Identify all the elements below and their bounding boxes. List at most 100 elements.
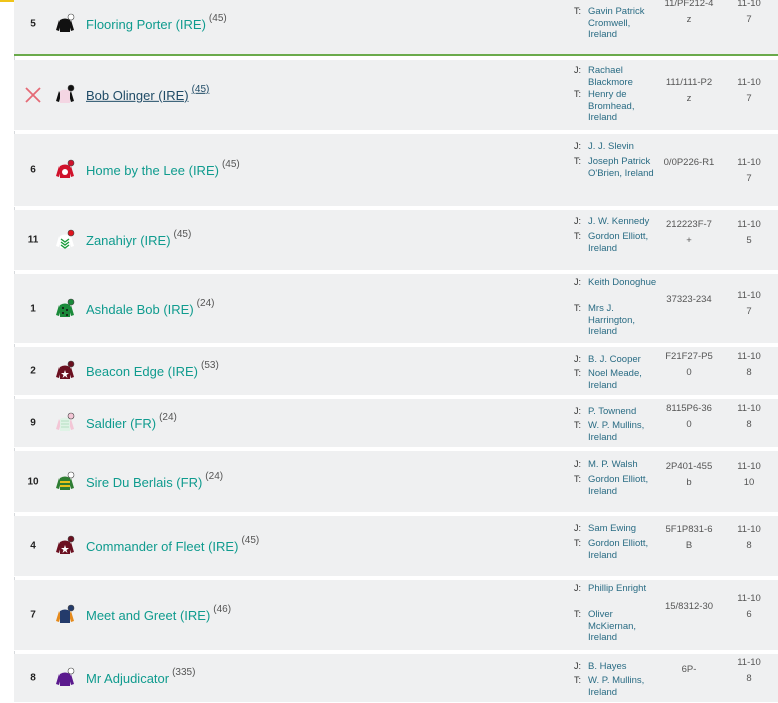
weight-text: 11-10 [737, 524, 761, 535]
jockey-name[interactable]: Sam Ewing [588, 523, 660, 535]
saddle-cloth-number: 1 [30, 303, 36, 314]
trainer-label: T: [574, 303, 582, 313]
jockey-name[interactable]: D. E. Mullins [588, 0, 660, 3]
horse-name-link[interactable]: Flooring Porter (IRE) (45) [86, 12, 227, 32]
form-extra-text: z [686, 14, 692, 25]
horse-name[interactable]: Meet and Greet (IRE) [86, 608, 210, 623]
weight-text: 11-10 [737, 157, 761, 168]
jockey-name[interactable]: Phillip Enright [588, 583, 660, 595]
age: 8 [730, 538, 768, 554]
jockey-info: J: J. W. Kennedy [574, 216, 664, 228]
weight-text: 11-10 [737, 219, 761, 230]
jockey-label: J: [574, 0, 581, 3]
jockey-name[interactable]: J. J. Slevin [588, 141, 660, 153]
runner-row: 9 Saldier (FR) (24) J: P. Townend T: W. P… [14, 399, 778, 448]
horse-name-link[interactable]: Saldier (FR) (24) [86, 412, 177, 431]
jockey-name[interactable]: Keith Donoghue [588, 277, 660, 289]
weight-text: 11-10 [737, 657, 761, 668]
trainer-label: T: [574, 420, 582, 430]
jockey-name[interactable]: B. J. Cooper [588, 354, 660, 366]
runner-row: Bob Olinger (IRE) (45) J: Rachael Blackmo… [14, 60, 778, 131]
horse-rating: (45) [208, 12, 227, 24]
trainer-name[interactable]: Joseph Patrick O'Brien, Ireland [588, 156, 660, 179]
horse-name[interactable]: Bob Olinger (IRE) [86, 88, 189, 103]
jockey-silk-icon [54, 159, 76, 181]
trainer-label: T: [574, 538, 582, 548]
weight-text: 11-10 [737, 290, 761, 301]
form-figures: 2P401-455 [654, 459, 724, 475]
trainer-info: T: Henry de Bromhead, Ireland [574, 89, 664, 124]
age-text: 8 [746, 367, 752, 378]
form-string: 6P- [681, 664, 697, 675]
trainer-name[interactable]: Gordon Elliott, Ireland [588, 231, 660, 254]
jockey-info: J: Sam Ewing [574, 523, 664, 535]
jockey-silk-icon [54, 298, 76, 320]
age: 8 [730, 365, 768, 381]
age: 8 [730, 671, 768, 687]
jockey-label: J: [574, 354, 582, 364]
saddle-cloth-number: 4 [30, 540, 36, 552]
horse-name[interactable]: Sire Du Berlais (FR) [86, 475, 202, 490]
horse-name-link[interactable]: Zanahiyr (IRE) (45) [86, 229, 191, 248]
horse-name-link[interactable]: Commander of Fleet (IRE) (45) [86, 535, 259, 554]
age: 10 [730, 475, 768, 491]
age-text: 5 [746, 235, 752, 246]
jockey-name[interactable]: P. Townend [588, 406, 660, 418]
trainer-name[interactable]: W. P. Mullins, Ireland [588, 675, 660, 698]
horse-name[interactable]: Home by the Lee (IRE) [86, 163, 219, 178]
weight-text: 11-10 [737, 461, 761, 472]
trainer-info: T: Joseph Patrick O'Brien, Ireland [574, 156, 664, 202]
trainer-name[interactable]: Henry de Bromhead, Ireland [588, 89, 660, 124]
runner-row: 8 Mr Adjudicator (335) J: B. Hayes T: W. … [14, 654, 778, 703]
form-extra-text: b [686, 477, 692, 488]
age: 8 [730, 417, 768, 433]
horse-rating: (24) [196, 297, 215, 309]
jockey-label: J: [574, 141, 582, 151]
age: 6 [730, 607, 768, 623]
horse-name[interactable]: Commander of Fleet (IRE) [86, 539, 238, 554]
trainer-name[interactable]: Gordon Elliott, Ireland [588, 474, 660, 497]
trainer-name[interactable]: Gavin Patrick Cromwell, Ireland [588, 6, 660, 41]
horse-name-link[interactable]: Home by the Lee (IRE) (45) [86, 158, 240, 178]
horse-name-link[interactable]: Sire Du Berlais (FR) (24) [86, 470, 223, 490]
horse-name-link[interactable]: Meet and Greet (IRE) (46) [86, 604, 231, 623]
trainer-name[interactable]: Noel Meade, Ireland [588, 368, 660, 391]
horse-name[interactable]: Beacon Edge (IRE) [86, 364, 198, 379]
trainer-name[interactable]: W. P. Mullins, Ireland [588, 420, 660, 443]
weight: 11-10 [730, 522, 768, 538]
trainer-info: T: Gavin Patrick Cromwell, Ireland [574, 6, 664, 41]
trainer-name[interactable]: Oliver McKiernan, Ireland [588, 609, 660, 644]
section-divider [14, 54, 778, 56]
horse-name[interactable]: Flooring Porter (IRE) [86, 17, 206, 32]
horse-name-link[interactable]: Bob Olinger (IRE) (45) [86, 84, 209, 103]
horse-name[interactable]: Zanahiyr (IRE) [86, 233, 171, 248]
weight-text: 11-10 [737, 351, 761, 362]
horse-name-link[interactable]: Mr Adjudicator (335) [86, 667, 195, 686]
weight: 11-10 [730, 349, 768, 365]
trainer-name[interactable]: Mrs J. Harrington, Ireland [588, 303, 660, 338]
runner-row: 7 Meet and Greet (IRE) (46) J: Phillip En… [14, 580, 778, 651]
horse-rating: (45) [221, 158, 240, 170]
horse-name-link[interactable]: Ashdale Bob (IRE) (24) [86, 297, 215, 317]
weight: 11-10 [730, 0, 768, 12]
horse-name[interactable]: Mr Adjudicator [86, 671, 169, 686]
jockey-name[interactable]: Rachael Blackmore [588, 65, 660, 88]
jockey-name[interactable]: M. P. Walsh [588, 459, 660, 471]
jockey-info: J: P. Townend [574, 406, 664, 418]
jockey-silk-icon [54, 471, 76, 493]
runner-row: 10 Sire Du Berlais (FR) (24) J: M. P. Wal… [14, 451, 778, 513]
jockey-info: J: M. P. Walsh [574, 459, 664, 471]
trainer-label: T: [574, 156, 582, 166]
horse-name[interactable]: Saldier (FR) [86, 416, 156, 431]
jockey-name[interactable]: J. W. Kennedy [588, 216, 660, 228]
trainer-label: T: [574, 368, 582, 378]
jockey-silk-icon [54, 360, 76, 382]
form-figures: 111/111-P2 [654, 75, 724, 91]
horse-name-link[interactable]: Beacon Edge (IRE) (53) [86, 360, 219, 379]
trainer-info: T: Noel Meade, Ireland [574, 368, 664, 391]
runner-row: 11 Zanahiyr (IRE) (45) J: J. W. Kennedy T… [14, 210, 778, 271]
horse-name[interactable]: Ashdale Bob (IRE) [86, 302, 194, 317]
weight: 11-10 [730, 288, 768, 304]
trainer-name[interactable]: Gordon Elliott, Ireland [588, 538, 660, 561]
jockey-name[interactable]: B. Hayes [588, 661, 660, 673]
